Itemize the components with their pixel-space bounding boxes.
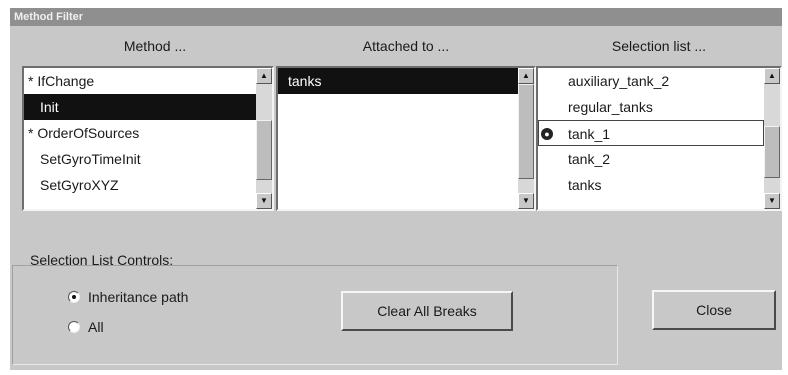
- method-scroll-thumb[interactable]: [256, 120, 272, 180]
- method-column-header: Method ...: [123, 38, 187, 54]
- selection-list-item[interactable]: tanks: [538, 172, 764, 198]
- method-filter-dialog: Method Filter Method ... Attached to ...…: [10, 8, 782, 370]
- selection-list-item[interactable]: tank_2: [538, 146, 764, 172]
- selection-scroll-thumb[interactable]: [764, 126, 780, 178]
- close-button[interactable]: Close: [652, 290, 776, 330]
- method-list-item[interactable]: Init: [24, 94, 256, 120]
- up-arrow-icon[interactable]: ▲: [764, 68, 780, 84]
- up-arrow-icon[interactable]: ▲: [256, 68, 272, 84]
- up-arrow-icon[interactable]: ▲: [518, 68, 534, 84]
- down-arrow-icon[interactable]: ▼: [518, 193, 534, 209]
- attached-column-header: Attached to ...: [362, 38, 450, 54]
- clear-all-breaks-button[interactable]: Clear All Breaks: [341, 291, 513, 331]
- attached-scrollbar[interactable]: ▲ ▼: [518, 68, 534, 209]
- selection-list-item[interactable]: regular_tanks: [538, 94, 764, 120]
- down-arrow-icon[interactable]: ▼: [256, 193, 272, 209]
- method-list-item[interactable]: * OrderOfSources: [24, 120, 256, 146]
- radio-unchecked-icon[interactable]: [68, 321, 80, 333]
- method-scrollbar[interactable]: ▲ ▼: [256, 68, 272, 209]
- selection-list[interactable]: auxiliary_tank_2 regular_tanks ● tank_1 …: [536, 66, 782, 211]
- dialog-title: Method Filter: [10, 8, 782, 26]
- selection-list-item[interactable]: auxiliary_tank_2: [538, 68, 764, 94]
- inheritance-path-label: Inheritance path: [88, 289, 189, 305]
- method-list-item[interactable]: SetGyroXYZ: [24, 172, 256, 198]
- radio-checked-icon[interactable]: [68, 291, 80, 303]
- breakpoint-icon: ●: [541, 128, 553, 140]
- attached-list[interactable]: tanks ▲ ▼: [276, 66, 536, 211]
- selection-controls-group: [12, 265, 618, 365]
- selection-list-item[interactable]: ● tank_1: [538, 120, 764, 146]
- selection-scrollbar[interactable]: ▲ ▼: [764, 68, 780, 209]
- method-list-item[interactable]: * IfChange: [24, 68, 256, 94]
- all-label: All: [88, 319, 104, 335]
- method-list[interactable]: * IfChange Init * OrderOfSources SetGyro…: [22, 66, 274, 211]
- method-list-item[interactable]: SetGyroTimeInit: [24, 146, 256, 172]
- selection-column-header: Selection list ...: [611, 38, 707, 54]
- down-arrow-icon[interactable]: ▼: [764, 193, 780, 209]
- attached-scroll-thumb[interactable]: [518, 84, 534, 179]
- attached-list-item[interactable]: tanks: [278, 68, 518, 94]
